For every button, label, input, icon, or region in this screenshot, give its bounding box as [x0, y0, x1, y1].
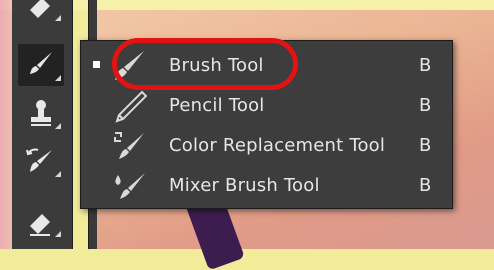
- pencil-icon: [115, 90, 147, 123]
- tool-group-indicator: [55, 123, 61, 129]
- eraser-icon: [30, 214, 50, 236]
- highlight-annotation: [112, 38, 298, 90]
- menu-item-mixer-brush-tool[interactable]: Mixer Brush Tool B: [81, 166, 452, 206]
- tool-group-indicator: [55, 171, 61, 177]
- eraser-icon: [30, 0, 50, 18]
- menu-item-shortcut: B: [419, 95, 432, 116]
- menu-item-shortcut: B: [419, 135, 432, 156]
- color-replacement-icon: [114, 132, 144, 159]
- tool-eraser[interactable]: [18, 200, 64, 242]
- stamp-icon: [31, 100, 51, 126]
- menu-item-shortcut: B: [419, 55, 432, 76]
- menu-item-color-replacement-tool[interactable]: Color Replacement Tool B: [81, 126, 452, 166]
- tool-group-indicator: [55, 75, 61, 81]
- menu-item-shortcut: B: [419, 175, 432, 196]
- menu-item-label: Color Replacement Tool: [169, 135, 386, 156]
- brush-icon: [30, 52, 52, 74]
- menu-item-label: Mixer Brush Tool: [169, 175, 320, 196]
- tool-history-brush[interactable]: [18, 140, 64, 182]
- tool-group-indicator: [55, 15, 61, 21]
- tool-eraser-top[interactable]: [18, 0, 64, 26]
- history-brush-icon: [26, 148, 52, 172]
- menu-item-pencil-tool[interactable]: Pencil Tool B: [81, 86, 452, 126]
- tool-group-indicator: [55, 231, 61, 237]
- active-tool-marker: [93, 61, 100, 68]
- mixer-brush-icon: [115, 173, 145, 199]
- tool-clone-stamp[interactable]: [18, 92, 64, 134]
- tools-panel: [12, 0, 73, 249]
- menu-item-label: Pencil Tool: [169, 95, 265, 116]
- tool-brush[interactable]: [18, 44, 64, 86]
